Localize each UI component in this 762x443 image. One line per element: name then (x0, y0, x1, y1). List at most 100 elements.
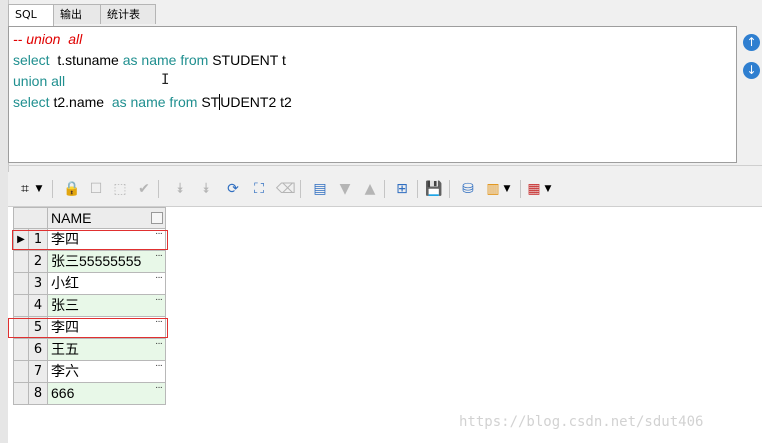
next-page-button[interactable]: ▼ (336, 180, 354, 198)
name-cell[interactable]: 李六 ··· (48, 360, 166, 383)
prev-page-button[interactable]: ▲ (361, 180, 379, 198)
row-number[interactable]: 4 (29, 295, 48, 317)
row-indicator[interactable] (13, 339, 29, 361)
tab-statistics[interactable]: 统计表 (100, 4, 156, 24)
toolbar-separator (417, 180, 418, 198)
row-number[interactable]: 2 (29, 251, 48, 273)
chart-dropdown[interactable]: ▼ (502, 180, 512, 198)
history-down-button[interactable]: ↓ (743, 62, 760, 79)
name-cell[interactable]: 张三55555555 ··· (48, 250, 166, 273)
ellipsis-icon[interactable]: ··· (155, 355, 163, 376)
lock-icon: 🔒 (63, 181, 81, 197)
toolbar-separator (158, 180, 159, 198)
check-icon: ✔ (138, 181, 150, 197)
row-number[interactable]: 8 (29, 383, 48, 405)
result-grid-area: NAME ▶ 1 李四 ··· 2 张三55555555 ··· 3 小红 ··· 4 张三 ··· 5 李… (8, 207, 762, 443)
chevron-down-icon: ▼ (35, 184, 43, 194)
chevron-down-icon: ▼ (503, 184, 511, 194)
bar-chart-icon: ▥ (486, 181, 500, 197)
find-button[interactable]: ⛶ (250, 180, 268, 198)
column-header-name[interactable]: NAME (48, 207, 166, 229)
save-icon: 💾 (425, 181, 443, 197)
arrow-up-icon: ▲ (364, 181, 376, 197)
query-icon: ▤ (313, 181, 327, 197)
save-button[interactable]: 💾 (425, 180, 443, 198)
cell-value: 李六 (51, 363, 79, 379)
query-by-example-button[interactable]: ▤ (311, 180, 329, 198)
grid-corner[interactable] (13, 207, 48, 229)
toolbar-separator (52, 180, 53, 198)
table-view-button[interactable]: ▦ (525, 180, 543, 198)
new-record-icon: ☐ (89, 181, 103, 197)
grid-options-dropdown[interactable]: ▼ (34, 180, 44, 198)
clear-button[interactable]: ⌫ (276, 180, 296, 198)
grid-options-button[interactable]: ⌗ (16, 180, 34, 198)
row-number[interactable]: 3 (29, 273, 48, 295)
arrow-down-circle-icon: ↓ (746, 63, 757, 77)
code-token: union all (13, 73, 66, 89)
row-indicator[interactable] (13, 383, 29, 405)
cell-value: 王五 (51, 341, 79, 357)
toolbar-separator (300, 180, 301, 198)
splitter[interactable] (8, 165, 762, 170)
ibeam-cursor-icon: I (161, 72, 170, 88)
refresh-button[interactable]: ⟳ (224, 180, 242, 198)
database-icon: ⛁ (462, 181, 474, 197)
row-indicator[interactable] (13, 295, 29, 317)
insert-record-button[interactable]: ☐ (87, 180, 105, 198)
arrow-down-icon: ▼ (339, 181, 351, 197)
watermark: https://blog.csdn.net/sdut406 (459, 414, 704, 430)
code-token: select (13, 52, 50, 68)
fetch-next-button[interactable]: ⯯ (171, 180, 189, 198)
lock-button[interactable]: 🔒 (63, 180, 81, 198)
ellipsis-icon[interactable]: ··· (155, 245, 163, 266)
code-token: t2.name (49, 94, 112, 110)
name-cell[interactable]: 张三 ··· (48, 294, 166, 317)
ellipsis-icon[interactable]: ··· (155, 289, 163, 310)
code-line: select t.stuname as name from STUDENT t (13, 50, 286, 70)
cell-value: 666 (51, 385, 75, 401)
name-cell[interactable]: 666 ··· (48, 382, 166, 405)
chart-button[interactable]: ▥ (484, 180, 502, 198)
export-button[interactable]: ⛁ (459, 180, 477, 198)
name-cell[interactable]: 小红 ··· (48, 272, 166, 295)
fetch-last-icon: ⯯ (201, 181, 211, 197)
tab-bar: SQL 输出 统计表 (8, 4, 762, 26)
arrow-up-circle-icon: ↑ (746, 35, 757, 49)
cell-value: 张三55555555 (51, 253, 142, 269)
code-token: t.stuname (49, 52, 123, 68)
fetch-last-button[interactable]: ⯯ (197, 180, 215, 198)
eraser-icon: ⌫ (276, 181, 296, 197)
history-up-button[interactable]: ↑ (743, 34, 760, 51)
refresh-icon: ⟳ (227, 181, 239, 197)
code-token: ST (197, 94, 220, 110)
row-highlight-box (12, 230, 168, 250)
binoculars-icon: ⛶ (254, 181, 264, 197)
ellipsis-icon[interactable]: ··· (155, 333, 163, 354)
code-token: STUDENT t (208, 52, 286, 68)
code-line: select t2.name as name from STUDENT2 t2 (13, 92, 292, 112)
delete-record-button[interactable]: ⬚ (111, 180, 129, 198)
tab-output[interactable]: 输出 (53, 4, 101, 24)
row-indicator[interactable] (13, 361, 29, 383)
code-token: -- union all (13, 31, 83, 47)
name-cell[interactable]: 王五 ··· (48, 338, 166, 361)
row-number[interactable]: 7 (29, 361, 48, 383)
cell-value: 小红 (51, 275, 79, 291)
row-number[interactable]: 6 (29, 339, 48, 361)
tab-sql[interactable]: SQL (8, 4, 54, 26)
table-view-dropdown[interactable]: ▼ (543, 180, 553, 198)
post-changes-button[interactable]: ✔ (135, 180, 153, 198)
sql-editor[interactable]: -- union all select t.stuname as name fro… (8, 26, 737, 163)
chevron-down-icon: ▼ (544, 184, 552, 194)
code-line: union all (13, 71, 65, 91)
cell-value: 张三 (51, 297, 79, 313)
result-toolbar: ⌗ ▼ 🔒 ☐ ⬚ ✔ ⯯ ⯯ ⟳ ⛶ ⌫ ▤ ▼ ▲ ⊞ 💾 ⛁ ▥ ▼ ▦ … (8, 172, 762, 207)
row-indicator[interactable] (13, 251, 29, 273)
grid-icon: ⌗ (21, 181, 29, 197)
fetch-next-icon: ⯯ (175, 181, 185, 197)
ellipsis-icon[interactable]: ··· (155, 267, 163, 288)
tree-view-button[interactable]: ⊞ (393, 180, 411, 198)
row-indicator[interactable] (13, 273, 29, 295)
ellipsis-icon[interactable]: ··· (155, 377, 163, 398)
